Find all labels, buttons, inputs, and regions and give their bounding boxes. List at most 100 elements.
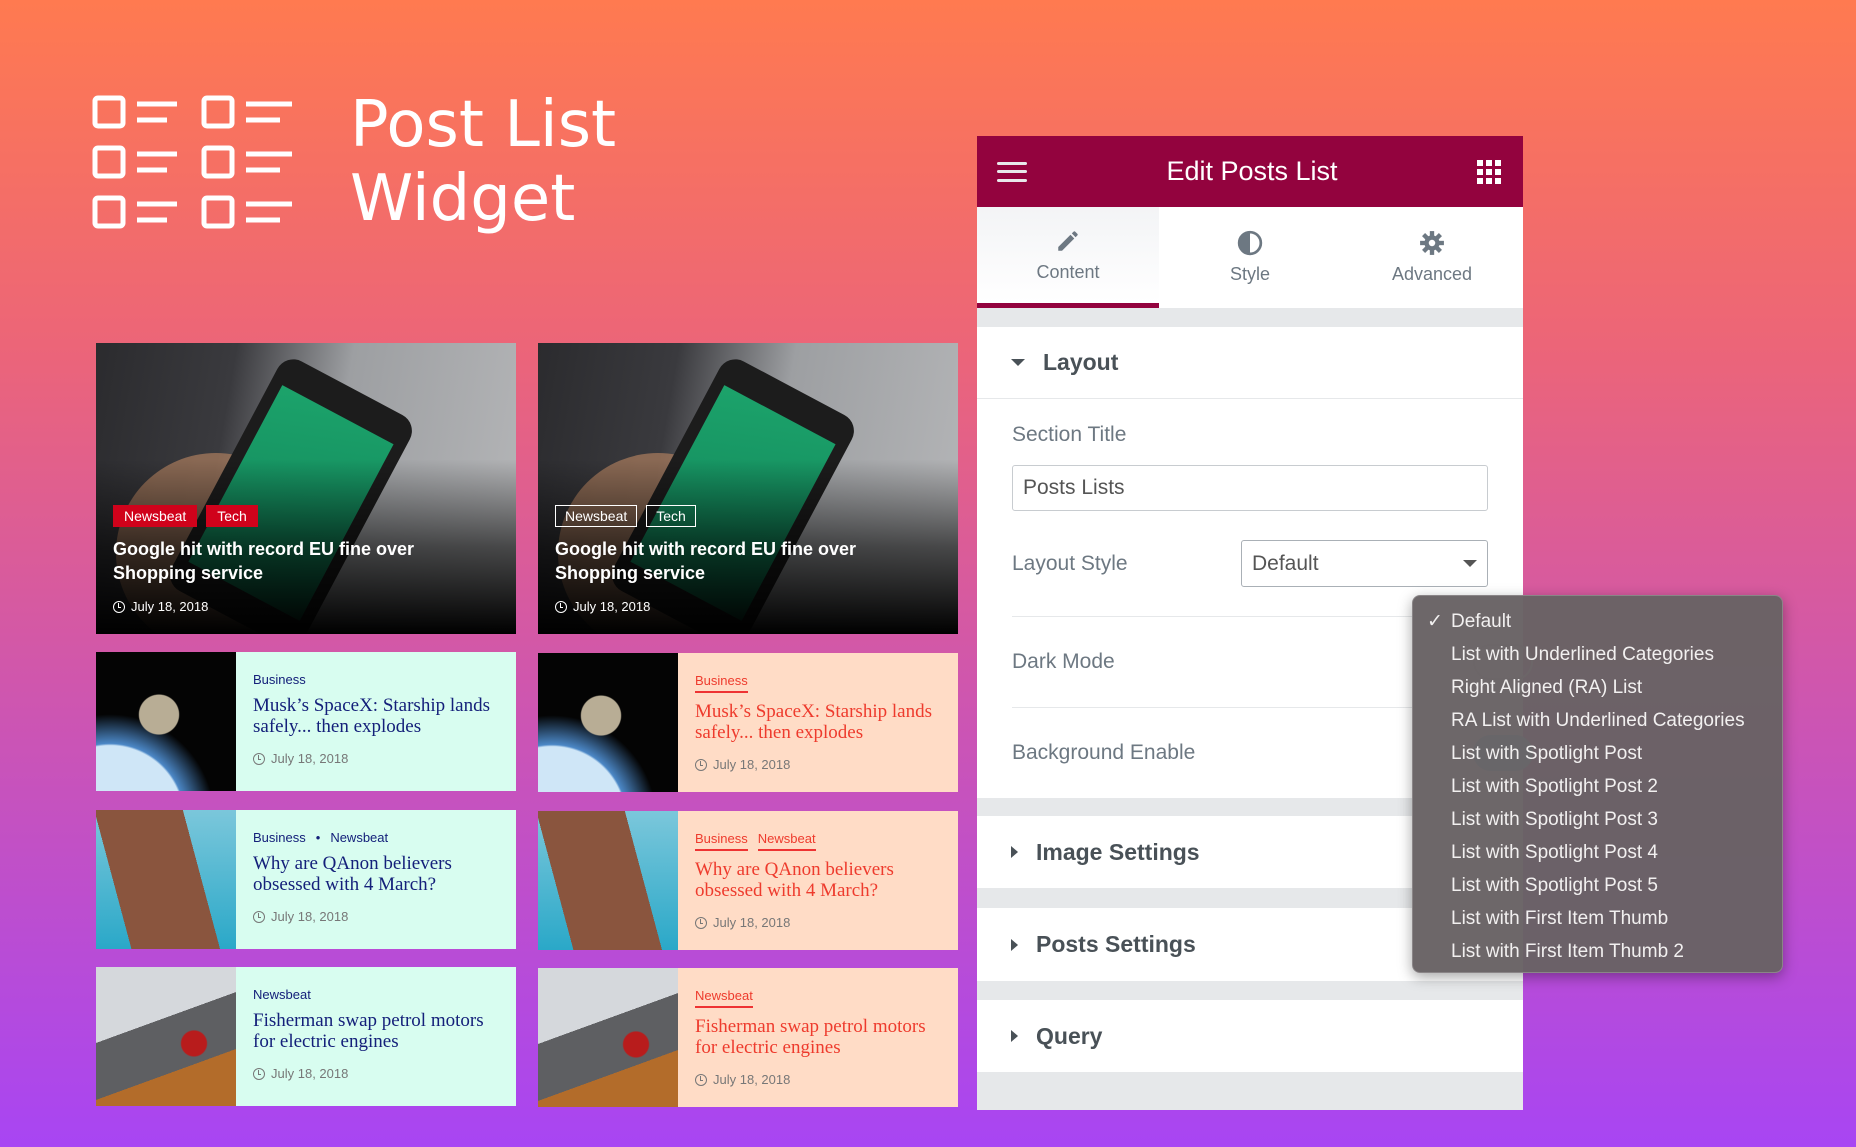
- option-label: List with First Item Thumb: [1451, 908, 1669, 929]
- tab-advanced[interactable]: Advanced: [1341, 207, 1523, 308]
- post-meta: Newsbeat Tech Google hit with record EU fi…: [113, 505, 499, 614]
- option-label: List with Spotlight Post: [1451, 743, 1643, 764]
- checkmark-icon: ✓: [1427, 611, 1443, 632]
- post-date: July 18, 2018: [555, 599, 941, 614]
- post-body: Business Newsbeat Why are QAnon believers …: [678, 811, 958, 950]
- dropdown-option[interactable]: List with Spotlight Post: [1413, 737, 1782, 770]
- category-link[interactable]: Business: [695, 831, 748, 851]
- section-title-input[interactable]: [1012, 465, 1488, 511]
- post-thumbnail[interactable]: [96, 652, 236, 791]
- post-categories: Business Newsbeat: [695, 831, 941, 851]
- tab-style[interactable]: Style: [1159, 207, 1341, 308]
- post-date: July 18, 2018: [253, 909, 499, 924]
- post-list-item[interactable]: Business Newsbeat Why are QAnon believers …: [538, 811, 958, 950]
- category-tag[interactable]: Newsbeat: [113, 505, 198, 527]
- post-list-item[interactable]: Business • Newsbeat Why are QAnon believers…: [96, 810, 516, 949]
- post-thumbnail[interactable]: [538, 653, 678, 792]
- post-list-item[interactable]: Business Musk’s SpaceX: Starship lands sa…: [96, 652, 516, 791]
- post-categories: Newsbeat: [695, 988, 941, 1008]
- category-link[interactable]: Newsbeat: [253, 987, 311, 1002]
- post-body: Business Musk’s SpaceX: Starship lands sa…: [236, 652, 516, 791]
- section-title-label: Section Title: [1012, 423, 1127, 446]
- chevron-down-icon: [1463, 560, 1477, 567]
- category-tags: Newsbeat Tech: [113, 505, 499, 527]
- featured-post-card[interactable]: Newsbeat Tech Google hit with record EU fi…: [96, 343, 516, 634]
- category-link[interactable]: Newsbeat: [695, 988, 753, 1008]
- layout-style-select[interactable]: Default: [1241, 540, 1488, 587]
- category-tag[interactable]: Tech: [646, 505, 696, 527]
- caret-right-icon: [1011, 1030, 1018, 1042]
- post-date: July 18, 2018: [253, 1066, 499, 1081]
- clock-icon: [113, 600, 125, 613]
- separator-dot: •: [315, 830, 321, 845]
- post-title[interactable]: Fisherman swap petrol motors for electri…: [695, 1016, 941, 1058]
- category-tag[interactable]: Newsbeat: [555, 505, 638, 527]
- post-list-item[interactable]: Newsbeat Fisherman swap petrol motors for…: [538, 968, 958, 1107]
- layout-section-toggle[interactable]: Layout: [977, 327, 1523, 399]
- date-text: July 18, 2018: [131, 599, 209, 614]
- featured-post-card[interactable]: Newsbeat Tech Google hit with record EU fi…: [538, 343, 958, 634]
- post-date: July 18, 2018: [695, 915, 941, 930]
- date-text: July 18, 2018: [573, 599, 651, 614]
- layout-style-dropdown: ✓ Default List with Underlined Categories R…: [1412, 595, 1783, 973]
- option-label: List with Spotlight Post 3: [1451, 809, 1658, 830]
- post-title[interactable]: Fisherman swap petrol motors for electri…: [253, 1010, 499, 1052]
- post-date: July 18, 2018: [113, 599, 499, 614]
- category-link[interactable]: Business: [253, 672, 306, 687]
- post-title[interactable]: Musk’s SpaceX: Starship lands safely... …: [695, 701, 941, 743]
- caret-right-icon: [1011, 938, 1018, 951]
- menu-icon[interactable]: [997, 161, 1027, 182]
- apps-grid-icon[interactable]: [1476, 159, 1501, 184]
- option-label: RA List with Underlined Categories: [1451, 710, 1745, 731]
- option-label: Default: [1451, 611, 1512, 632]
- post-list-item[interactable]: Business Musk’s SpaceX: Starship lands sa…: [538, 653, 958, 792]
- caret-right-icon: [1011, 846, 1018, 858]
- post-thumbnail[interactable]: [538, 811, 678, 950]
- date-text: July 18, 2018: [271, 909, 349, 924]
- category-link[interactable]: Business: [695, 673, 748, 693]
- post-date: July 18, 2018: [253, 751, 499, 766]
- post-body: Business • Newsbeat Why are QAnon believers…: [236, 810, 516, 949]
- date-text: July 18, 2018: [713, 757, 791, 772]
- dropdown-option[interactable]: Right Aligned (RA) List: [1413, 671, 1782, 704]
- post-title[interactable]: Google hit with record EU fine over Shop…: [113, 537, 499, 585]
- dropdown-option[interactable]: ✓ Default: [1413, 605, 1782, 638]
- query-section[interactable]: Query: [977, 1000, 1523, 1072]
- clock-icon: [253, 752, 265, 765]
- post-categories: Newsbeat: [253, 987, 499, 1002]
- post-list-item[interactable]: Newsbeat Fisherman swap petrol motors for…: [96, 967, 516, 1106]
- dropdown-option[interactable]: List with Spotlight Post 2: [1413, 770, 1782, 803]
- post-title[interactable]: Musk’s SpaceX: Starship lands safely... …: [253, 695, 499, 737]
- dropdown-option[interactable]: RA List with Underlined Categories: [1413, 704, 1782, 737]
- date-text: July 18, 2018: [271, 751, 349, 766]
- option-label: List with Spotlight Post 5: [1451, 875, 1658, 896]
- dropdown-option[interactable]: List with Underlined Categories: [1413, 638, 1782, 671]
- clock-icon: [253, 1067, 265, 1080]
- post-body: Newsbeat Fisherman swap petrol motors for…: [236, 967, 516, 1106]
- post-thumbnail[interactable]: [96, 810, 236, 949]
- option-label: List with First Item Thumb 2: [1451, 941, 1684, 962]
- category-tag[interactable]: Tech: [206, 505, 258, 527]
- dropdown-option[interactable]: List with First Item Thumb: [1413, 902, 1782, 935]
- post-categories: Business: [253, 672, 499, 687]
- post-title[interactable]: Why are QAnon believers obsessed with 4 …: [695, 859, 941, 901]
- post-title[interactable]: Google hit with record EU fine over Shop…: [555, 537, 941, 585]
- tab-content[interactable]: Content: [977, 207, 1159, 308]
- category-link[interactable]: Business: [253, 830, 306, 845]
- dropdown-option[interactable]: List with Spotlight Post 3: [1413, 803, 1782, 836]
- option-label: List with Underlined Categories: [1451, 644, 1714, 665]
- dropdown-option[interactable]: List with First Item Thumb 2: [1413, 935, 1782, 968]
- post-date: July 18, 2018: [695, 1072, 941, 1087]
- post-title[interactable]: Why are QAnon believers obsessed with 4 …: [253, 853, 499, 895]
- category-link[interactable]: Newsbeat: [330, 830, 388, 845]
- clock-icon: [695, 758, 707, 771]
- category-link[interactable]: Newsbeat: [757, 831, 816, 851]
- panel-header: Edit Posts List: [977, 136, 1523, 207]
- clock-icon: [695, 1073, 707, 1086]
- post-thumbnail[interactable]: [538, 968, 678, 1107]
- post-thumbnail[interactable]: [96, 967, 236, 1106]
- option-label: List with Spotlight Post 4: [1451, 842, 1658, 863]
- dropdown-option[interactable]: List with Spotlight Post 4: [1413, 836, 1782, 869]
- dropdown-option[interactable]: List with Spotlight Post 5: [1413, 869, 1782, 902]
- post-body: Newsbeat Fisherman swap petrol motors for…: [678, 968, 958, 1107]
